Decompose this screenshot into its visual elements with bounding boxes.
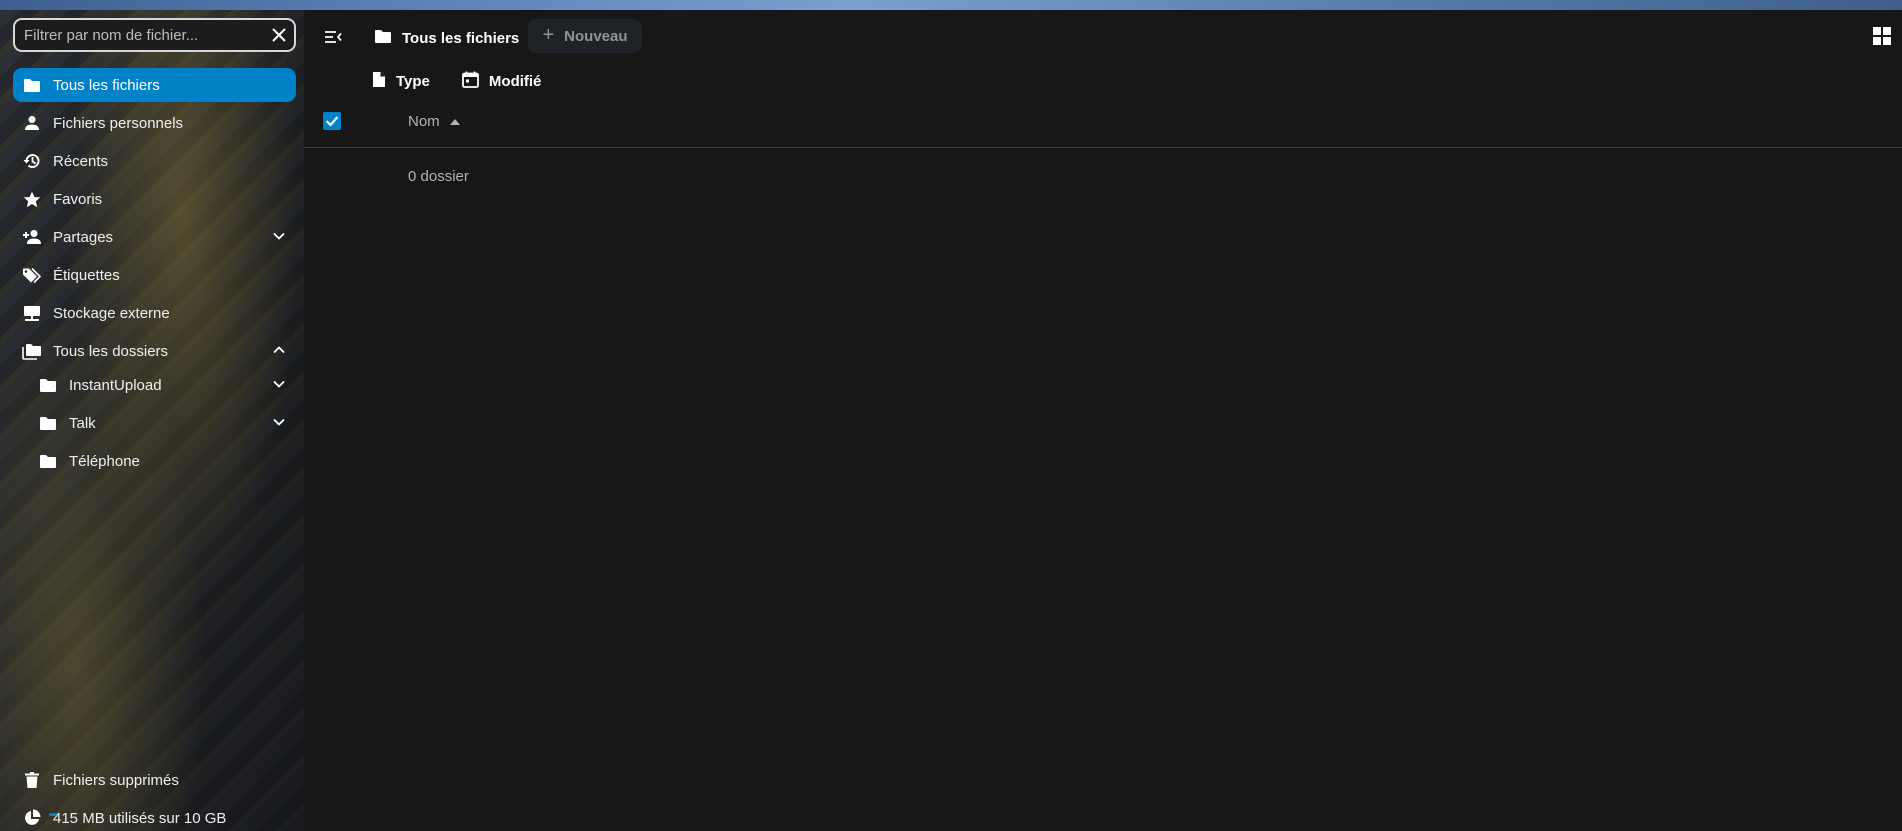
nav-item-personal-files[interactable]: Fichiers personnels bbox=[13, 106, 296, 140]
nav-item-label: Fichiers personnels bbox=[53, 114, 184, 132]
nav-item-label: Partages bbox=[53, 228, 114, 246]
nav-item-label: Fichiers supprimés bbox=[53, 771, 179, 789]
navigation-list: Tous les fichiers Fichiers personnels Ré… bbox=[13, 68, 296, 482]
nav-item-label: Tous les dossiers bbox=[53, 342, 169, 360]
filter-type[interactable]: Type bbox=[372, 68, 430, 94]
quota-label: 415 MB utilisés sur 10 GB bbox=[53, 809, 227, 827]
external-storage-icon bbox=[21, 303, 43, 323]
file-icon bbox=[372, 71, 386, 92]
select-all-checkbox[interactable] bbox=[323, 112, 341, 130]
nav-item-favorites[interactable]: Favoris bbox=[13, 182, 296, 216]
grid-view-icon bbox=[1873, 27, 1891, 45]
nav-item-label: Tous les fichiers bbox=[53, 76, 160, 94]
nav-folder-instantupload[interactable]: InstantUpload bbox=[13, 368, 296, 402]
nav-item-label: InstantUpload bbox=[69, 376, 162, 394]
grid-view-toggle[interactable] bbox=[1870, 24, 1894, 48]
nav-folder-talk[interactable]: Talk bbox=[13, 406, 296, 440]
star-icon bbox=[21, 189, 43, 209]
new-button[interactable]: + Nouveau bbox=[528, 19, 642, 53]
new-button-label: Nouveau bbox=[564, 27, 628, 45]
chevron-down-icon[interactable] bbox=[272, 229, 286, 243]
user-icon bbox=[21, 113, 43, 133]
nav-item-label: Talk bbox=[69, 414, 96, 432]
nav-item-shares[interactable]: Partages bbox=[13, 220, 296, 254]
column-name-label: Nom bbox=[408, 113, 440, 130]
app-content: Tous les fichiers + Nouveau Type Modifié… bbox=[304, 10, 1902, 831]
app-navigation: Tous les fichiers Fichiers personnels Ré… bbox=[0, 10, 304, 831]
nav-item-quota: 415 MB utilisés sur 10 GB bbox=[13, 801, 296, 831]
chevron-down-icon[interactable] bbox=[272, 415, 286, 429]
nav-item-label: Étiquettes bbox=[53, 266, 120, 284]
files-summary: 0 dossier bbox=[408, 168, 469, 185]
nav-item-recent[interactable]: Récents bbox=[13, 144, 296, 178]
nav-folder-telephone[interactable]: Téléphone bbox=[13, 444, 296, 478]
filter-type-label: Type bbox=[396, 72, 430, 90]
navigation-footer: Fichiers supprimés 415 MB utilisés sur 1… bbox=[13, 763, 296, 831]
breadcrumb-all-files[interactable]: Tous les fichiers bbox=[374, 25, 519, 51]
clear-filter-button[interactable] bbox=[264, 20, 294, 50]
folder-icon bbox=[21, 75, 43, 95]
folder-icon bbox=[37, 413, 59, 433]
quota-progress-bar bbox=[49, 813, 57, 816]
toggle-navigation-button[interactable] bbox=[318, 24, 348, 50]
chevron-up-icon[interactable] bbox=[272, 343, 286, 357]
nav-item-label: Téléphone bbox=[69, 452, 140, 470]
files-table-header: Nom bbox=[304, 100, 1902, 148]
breadcrumb-label: Tous les fichiers bbox=[402, 29, 520, 47]
sort-by-name[interactable]: Nom bbox=[408, 113, 460, 130]
share-icon bbox=[21, 227, 43, 247]
nav-item-label: Récents bbox=[53, 152, 109, 170]
pie-chart-icon bbox=[21, 808, 43, 828]
history-icon bbox=[21, 151, 43, 171]
nav-item-all-folders[interactable]: Tous les dossiers bbox=[13, 334, 296, 368]
tag-icon bbox=[21, 265, 43, 285]
nav-item-external-storage[interactable]: Stockage externe bbox=[13, 296, 296, 330]
filter-modified[interactable]: Modifié bbox=[462, 68, 542, 94]
nav-item-label: Favoris bbox=[53, 190, 103, 208]
trash-icon bbox=[21, 770, 43, 790]
nav-item-trash[interactable]: Fichiers supprimés bbox=[13, 763, 296, 797]
plus-icon: + bbox=[542, 23, 555, 46]
nav-item-label: Stockage externe bbox=[53, 304, 170, 322]
folder-icon bbox=[37, 375, 59, 395]
chevron-down-icon[interactable] bbox=[272, 377, 286, 391]
file-filters: Type Modifié bbox=[372, 68, 573, 94]
nav-item-tags[interactable]: Étiquettes bbox=[13, 258, 296, 292]
filter-modified-label: Modifié bbox=[488, 72, 542, 90]
filename-filter bbox=[13, 18, 296, 52]
folder-icon bbox=[374, 29, 392, 48]
sort-ascending-icon bbox=[449, 118, 460, 125]
folder-icon bbox=[37, 451, 59, 471]
menu-collapse-icon bbox=[325, 31, 342, 43]
check-icon bbox=[325, 116, 339, 127]
close-icon bbox=[272, 28, 286, 42]
calendar-icon bbox=[462, 71, 479, 92]
filter-input[interactable] bbox=[24, 26, 264, 44]
nav-item-all-files[interactable]: Tous les fichiers bbox=[13, 68, 296, 102]
background-image-strip bbox=[0, 0, 1902, 10]
folder-multiple-icon bbox=[21, 341, 43, 361]
